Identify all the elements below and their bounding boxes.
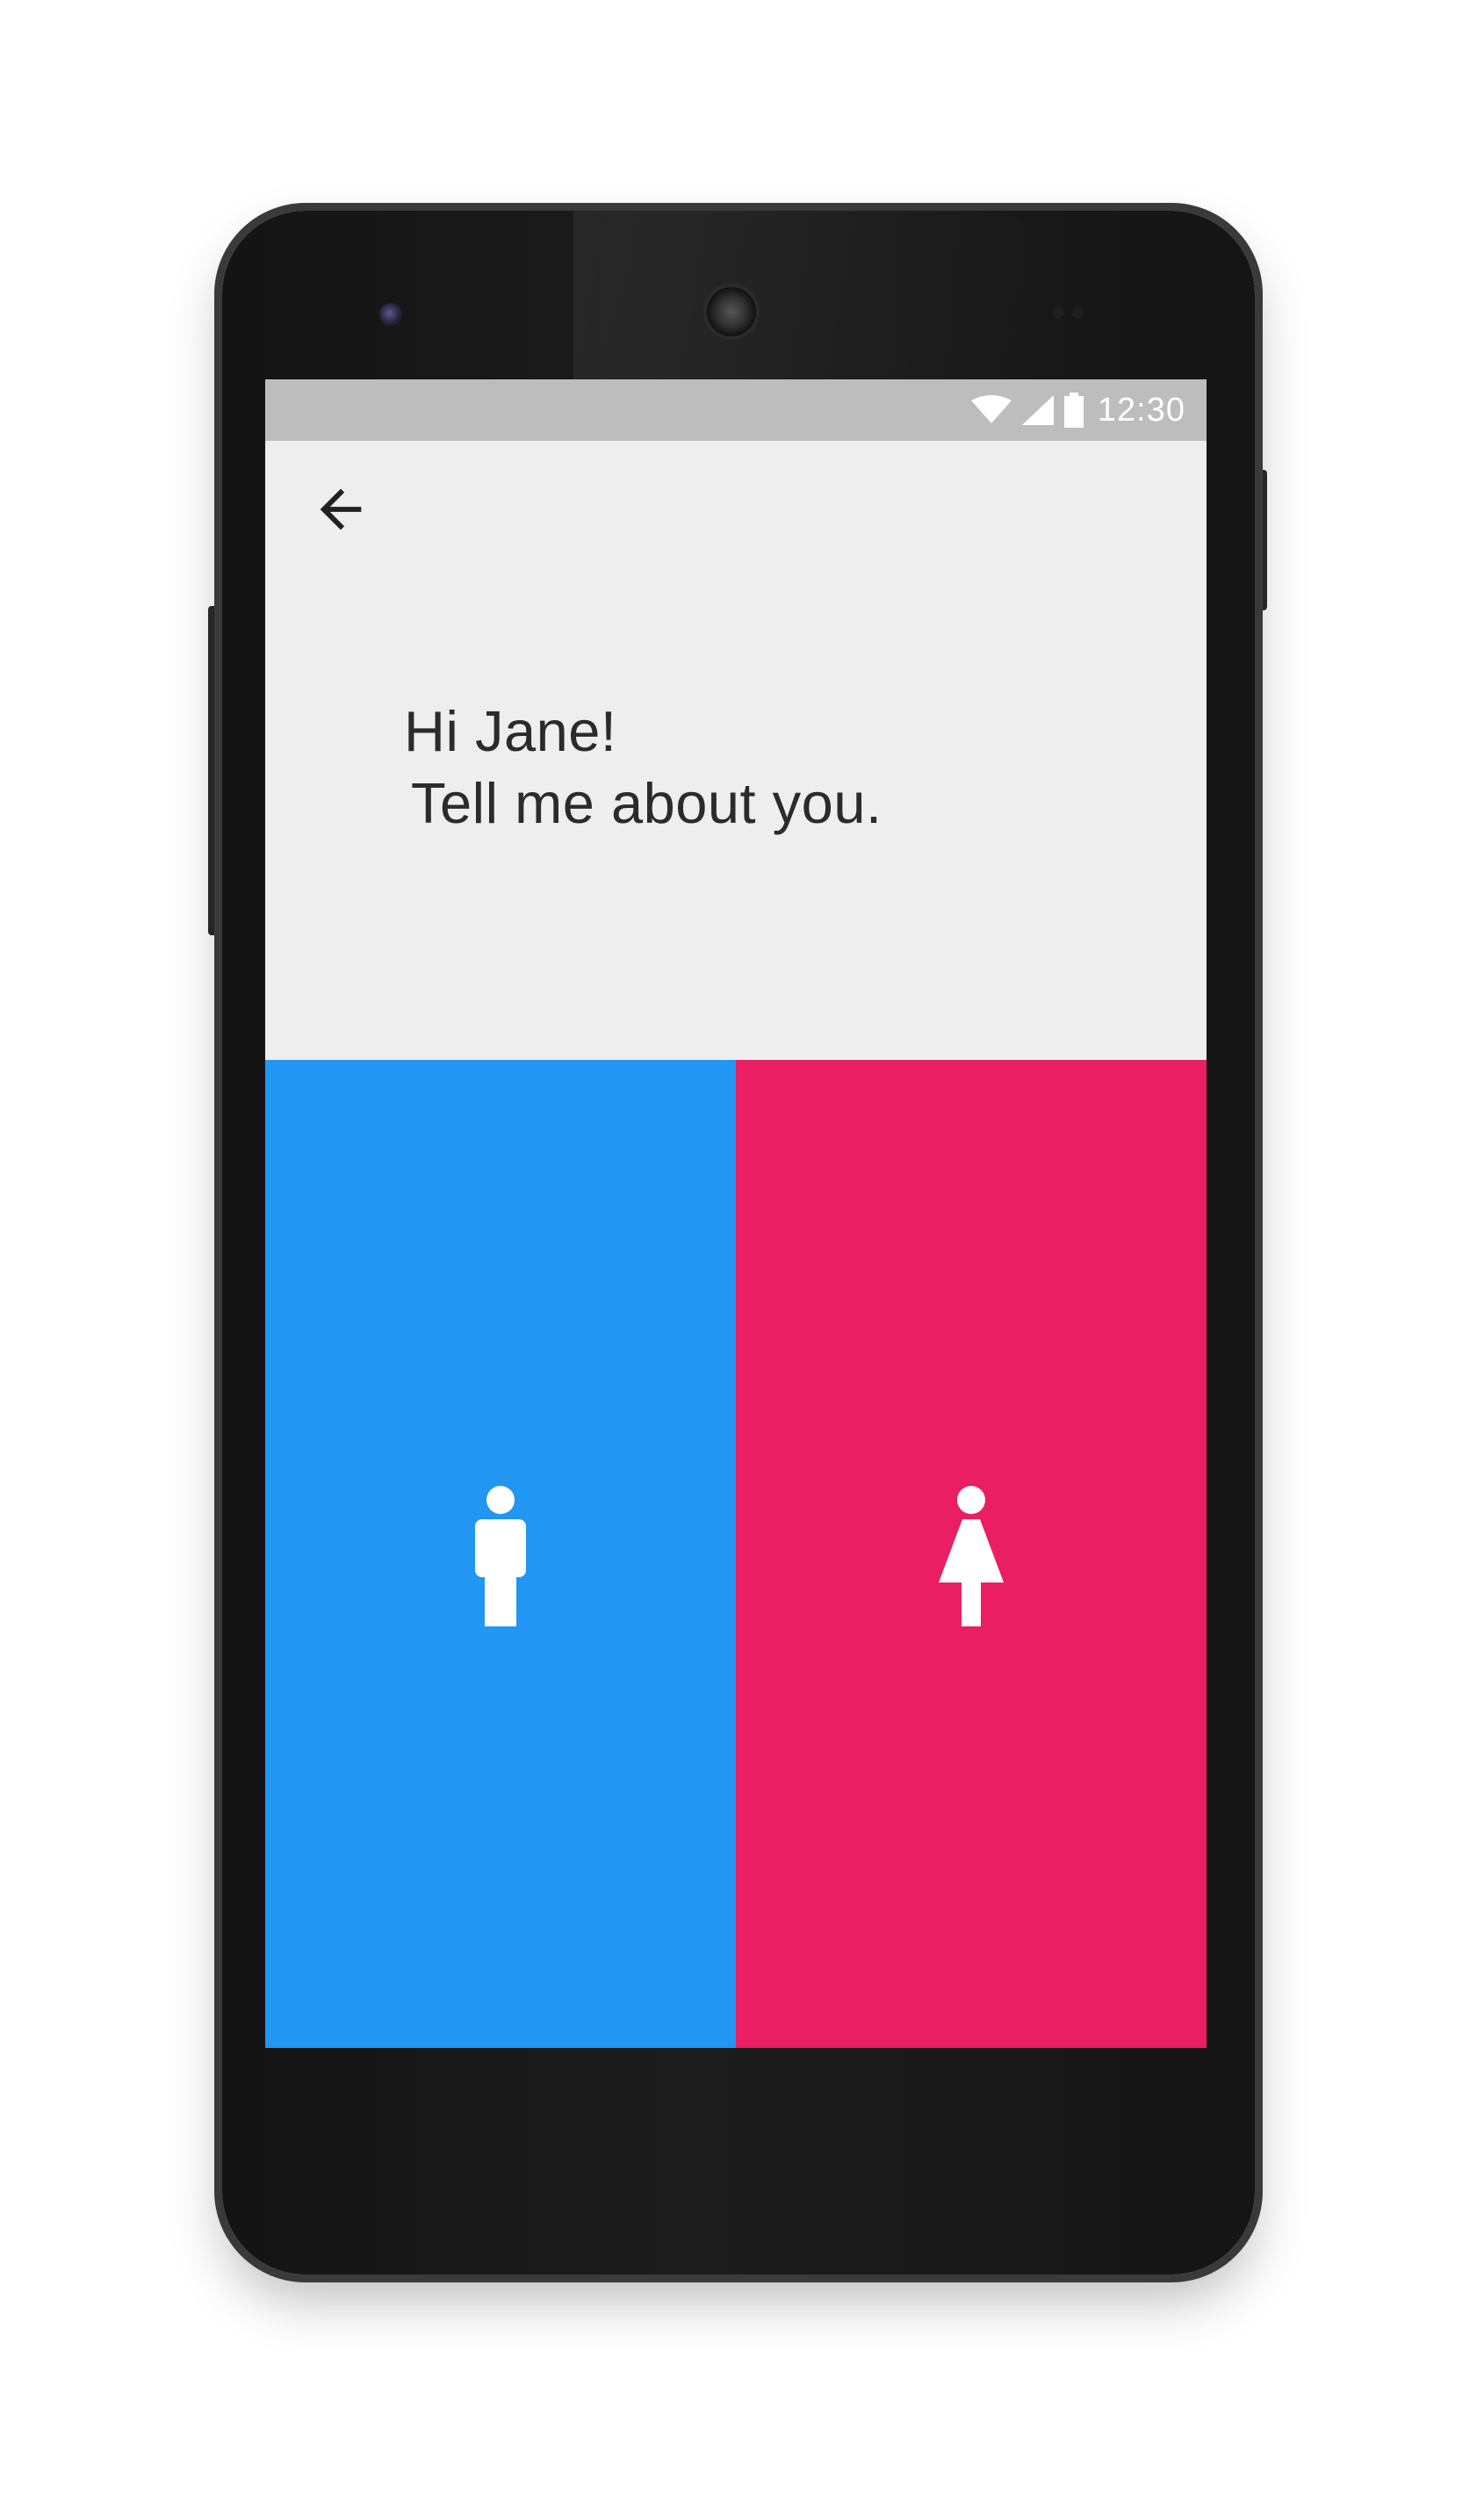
earpiece-speaker xyxy=(707,287,756,336)
front-camera xyxy=(379,303,402,326)
female-choice-button[interactable] xyxy=(736,1060,1207,2048)
battery-icon xyxy=(1063,393,1084,428)
app-screen: 12:30 Hi Jane! Tell me about you. xyxy=(265,379,1207,2048)
gender-choices xyxy=(265,1060,1207,2048)
greeting-line-1: Hi Jane! xyxy=(404,699,617,763)
wifi-icon xyxy=(970,395,1012,425)
arrow-back-icon xyxy=(320,488,362,530)
back-button[interactable] xyxy=(299,467,383,552)
female-figure-icon xyxy=(939,1486,1004,1626)
male-choice-button[interactable] xyxy=(265,1060,736,2048)
status-bar: 12:30 xyxy=(265,379,1207,441)
volume-button xyxy=(208,606,222,935)
cell-signal-icon xyxy=(1021,395,1054,425)
greeting-line-2: Tell me about you. xyxy=(411,771,882,835)
proximity-sensors xyxy=(1052,306,1096,320)
power-button xyxy=(1255,470,1267,610)
greeting: Hi Jane! Tell me about you. xyxy=(404,696,1159,840)
status-time: 12:30 xyxy=(1097,391,1185,429)
male-figure-icon xyxy=(475,1486,526,1626)
